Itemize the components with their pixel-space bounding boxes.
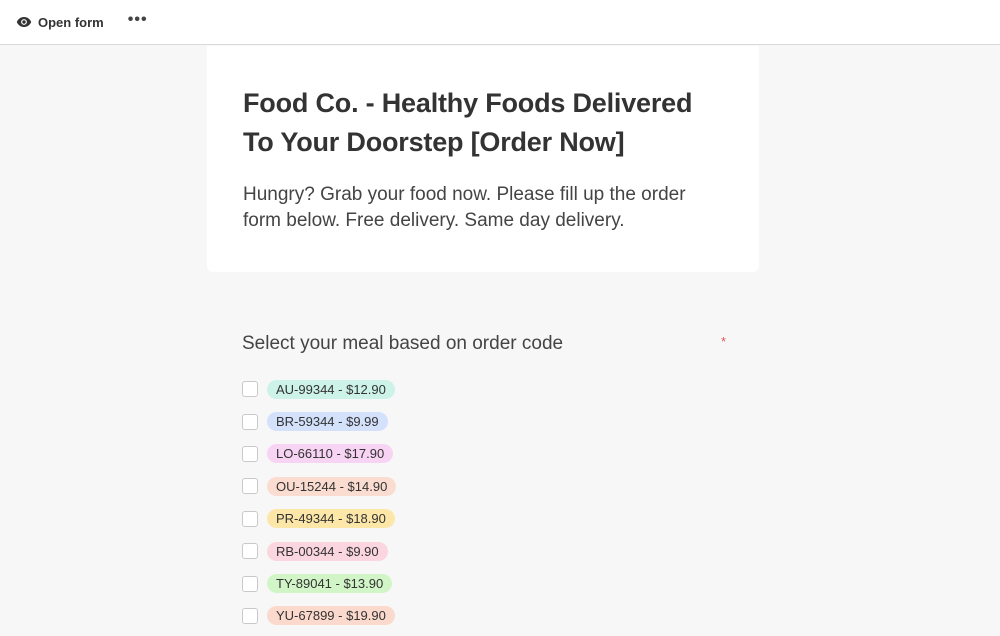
option-checkbox[interactable]: [242, 543, 258, 560]
option-label: YU-67899 - $19.90: [267, 606, 395, 626]
open-form-label: Open form: [38, 14, 104, 30]
question-label: Select your meal based on order code: [242, 333, 564, 354]
option-item[interactable]: LO-66110 - $17.90: [242, 438, 732, 470]
option-label: BR-59344 - $9.99: [267, 412, 388, 432]
option-item[interactable]: YU-67899 - $19.90: [242, 600, 732, 632]
option-item[interactable]: RB-00344 - $9.90: [242, 535, 732, 567]
option-label: RB-00344 - $9.90: [267, 541, 388, 561]
option-checkbox[interactable]: [242, 510, 258, 527]
option-label: PR-49344 - $18.90: [267, 509, 395, 529]
form-title: Food Co. - Healthy Foods Delivered To Yo…: [243, 88, 693, 157]
option-checkbox[interactable]: [242, 413, 258, 430]
top-toolbar: Open form •••: [0, 0, 1000, 45]
option-checkbox[interactable]: [242, 445, 258, 462]
form-header-card: Food Co. - Healthy Foods Delivered To Yo…: [207, 46, 759, 272]
option-item[interactable]: AU-99344 - $12.90: [242, 373, 732, 405]
form-description: Hungry? Grab your food now. Please fill …: [243, 184, 686, 231]
option-item[interactable]: PR-49344 - $18.90: [242, 503, 732, 535]
option-list: AU-99344 - $12.90 BR-59344 - $9.99 LO-6611…: [242, 373, 732, 632]
option-item[interactable]: BR-59344 - $9.99: [242, 405, 732, 437]
option-checkbox[interactable]: [242, 575, 258, 592]
option-item[interactable]: OU-15244 - $14.90: [242, 470, 732, 502]
option-checkbox[interactable]: [242, 478, 258, 495]
option-label: OU-15244 - $14.90: [267, 476, 397, 496]
option-checkbox[interactable]: [242, 381, 258, 398]
meal-question: Select your meal based on order code * A…: [242, 332, 732, 632]
required-marker: *: [720, 334, 726, 349]
option-label: TY-89041 - $13.90: [267, 574, 393, 594]
open-form-button[interactable]: Open form: [16, 15, 104, 30]
option-label: LO-66110 - $17.90: [267, 444, 394, 464]
more-horizontal-icon[interactable]: •••: [128, 12, 148, 28]
option-item[interactable]: TY-89041 - $13.90: [242, 567, 732, 599]
option-checkbox[interactable]: [242, 607, 258, 624]
option-label: AU-99344 - $12.90: [267, 379, 395, 399]
eye-icon: [16, 16, 32, 28]
